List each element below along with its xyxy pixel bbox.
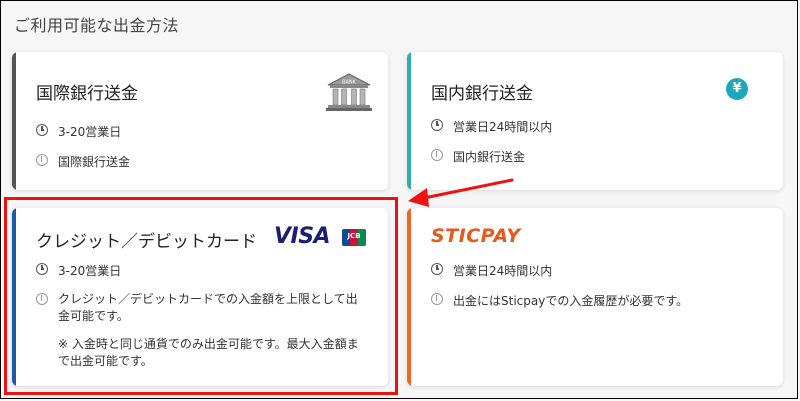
- card-domestic-bank-transfer[interactable]: 国内銀行送金 ¥ 営業日24時間以内 国内銀行送金: [407, 52, 783, 190]
- card-accent-stripe: [12, 52, 16, 190]
- clock-icon: [431, 119, 443, 131]
- info-icon: [431, 149, 443, 161]
- method-note-text: 国内銀行送金: [453, 150, 526, 164]
- card-accent-stripe: [407, 208, 411, 386]
- processing-time-text: 3-20営業日: [58, 125, 122, 139]
- processing-time-text: 営業日24時間以内: [453, 120, 553, 134]
- clock-icon: [431, 263, 443, 275]
- card-sticpay[interactable]: STICPAY 営業日24時間以内 出金にはSticpayでの入金履歴が必要です…: [407, 208, 783, 386]
- page-title: ご利用可能な出金方法: [14, 16, 180, 35]
- highlight-arrow: [408, 178, 514, 207]
- processing-time: 営業日24時間以内: [431, 118, 552, 135]
- method-note: 国内銀行送金: [431, 148, 525, 165]
- method-note-text: 国際銀行送金: [58, 155, 131, 169]
- method-note-text: 出金にはSticpayでの入金履歴が必要です。: [453, 294, 689, 308]
- sticpay-logo: STICPAY: [431, 225, 521, 247]
- yen-icon: ¥: [726, 78, 748, 100]
- card-title: 国内銀行送金: [431, 84, 533, 104]
- info-icon: [431, 293, 443, 305]
- processing-time: 3-20営業日: [36, 123, 121, 140]
- bank-sign: BANK: [342, 80, 357, 86]
- method-note: 出金にはSticpayでの入金履歴が必要です。: [431, 292, 688, 309]
- method-note: 国際銀行送金: [36, 153, 130, 170]
- card-international-bank-transfer[interactable]: 国際銀行送金 BANK 3-20営業日 国際銀行送金: [12, 52, 388, 190]
- card-accent-stripe: [407, 52, 411, 190]
- info-icon: [36, 154, 48, 166]
- clock-icon: [36, 124, 48, 136]
- highlight-box: [4, 197, 398, 395]
- bank-icon: BANK: [326, 73, 372, 111]
- processing-time: 営業日24時間以内: [431, 262, 552, 279]
- card-title: 国際銀行送金: [36, 84, 138, 104]
- processing-time-text: 営業日24時間以内: [453, 264, 553, 278]
